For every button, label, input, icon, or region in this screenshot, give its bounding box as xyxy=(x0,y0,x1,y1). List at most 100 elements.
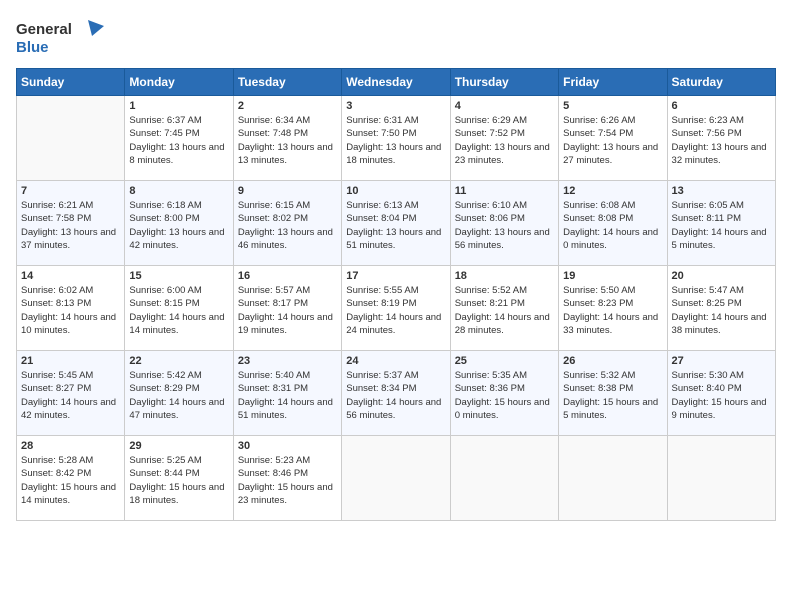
day-cell xyxy=(450,436,558,521)
day-number: 9 xyxy=(238,185,337,197)
day-number: 11 xyxy=(455,185,554,197)
logo: General Blue xyxy=(16,16,106,60)
day-cell: 15 Sunrise: 6:00 AMSunset: 8:15 PMDaylig… xyxy=(125,266,233,351)
svg-text:General: General xyxy=(16,21,72,38)
logo-svg: General Blue xyxy=(16,16,106,60)
day-number: 17 xyxy=(346,270,445,282)
page-header: General Blue xyxy=(16,16,776,60)
day-info: Sunrise: 6:10 AMSunset: 8:06 PMDaylight:… xyxy=(455,199,554,252)
day-info: Sunrise: 6:31 AMSunset: 7:50 PMDaylight:… xyxy=(346,114,445,167)
week-row-5: 28 Sunrise: 5:28 AMSunset: 8:42 PMDaylig… xyxy=(17,436,776,521)
day-info: Sunrise: 5:50 AMSunset: 8:23 PMDaylight:… xyxy=(563,284,662,337)
day-cell: 27 Sunrise: 5:30 AMSunset: 8:40 PMDaylig… xyxy=(667,351,775,436)
day-cell: 5 Sunrise: 6:26 AMSunset: 7:54 PMDayligh… xyxy=(559,96,667,181)
day-cell xyxy=(559,436,667,521)
day-number: 18 xyxy=(455,270,554,282)
day-cell: 10 Sunrise: 6:13 AMSunset: 8:04 PMDaylig… xyxy=(342,181,450,266)
day-cell: 18 Sunrise: 5:52 AMSunset: 8:21 PMDaylig… xyxy=(450,266,558,351)
day-number: 28 xyxy=(21,440,120,452)
day-info: Sunrise: 5:35 AMSunset: 8:36 PMDaylight:… xyxy=(455,369,554,422)
day-number: 8 xyxy=(129,185,228,197)
day-info: Sunrise: 6:08 AMSunset: 8:08 PMDaylight:… xyxy=(563,199,662,252)
day-info: Sunrise: 6:05 AMSunset: 8:11 PMDaylight:… xyxy=(672,199,771,252)
day-info: Sunrise: 6:34 AMSunset: 7:48 PMDaylight:… xyxy=(238,114,337,167)
column-header-tuesday: Tuesday xyxy=(233,69,341,96)
day-cell: 28 Sunrise: 5:28 AMSunset: 8:42 PMDaylig… xyxy=(17,436,125,521)
day-number: 22 xyxy=(129,355,228,367)
day-info: Sunrise: 6:26 AMSunset: 7:54 PMDaylight:… xyxy=(563,114,662,167)
day-number: 1 xyxy=(129,100,228,112)
day-cell: 20 Sunrise: 5:47 AMSunset: 8:25 PMDaylig… xyxy=(667,266,775,351)
day-cell xyxy=(17,96,125,181)
day-info: Sunrise: 5:57 AMSunset: 8:17 PMDaylight:… xyxy=(238,284,337,337)
day-cell: 4 Sunrise: 6:29 AMSunset: 7:52 PMDayligh… xyxy=(450,96,558,181)
day-cell xyxy=(667,436,775,521)
day-cell: 8 Sunrise: 6:18 AMSunset: 8:00 PMDayligh… xyxy=(125,181,233,266)
day-cell xyxy=(342,436,450,521)
column-header-friday: Friday xyxy=(559,69,667,96)
day-cell: 11 Sunrise: 6:10 AMSunset: 8:06 PMDaylig… xyxy=(450,181,558,266)
day-cell: 24 Sunrise: 5:37 AMSunset: 8:34 PMDaylig… xyxy=(342,351,450,436)
day-cell: 29 Sunrise: 5:25 AMSunset: 8:44 PMDaylig… xyxy=(125,436,233,521)
day-cell: 19 Sunrise: 5:50 AMSunset: 8:23 PMDaylig… xyxy=(559,266,667,351)
day-info: Sunrise: 5:32 AMSunset: 8:38 PMDaylight:… xyxy=(563,369,662,422)
day-cell: 2 Sunrise: 6:34 AMSunset: 7:48 PMDayligh… xyxy=(233,96,341,181)
day-info: Sunrise: 6:23 AMSunset: 7:56 PMDaylight:… xyxy=(672,114,771,167)
day-info: Sunrise: 5:42 AMSunset: 8:29 PMDaylight:… xyxy=(129,369,228,422)
day-number: 6 xyxy=(672,100,771,112)
day-cell: 17 Sunrise: 5:55 AMSunset: 8:19 PMDaylig… xyxy=(342,266,450,351)
day-info: Sunrise: 6:18 AMSunset: 8:00 PMDaylight:… xyxy=(129,199,228,252)
day-cell: 14 Sunrise: 6:02 AMSunset: 8:13 PMDaylig… xyxy=(17,266,125,351)
week-row-2: 7 Sunrise: 6:21 AMSunset: 7:58 PMDayligh… xyxy=(17,181,776,266)
day-number: 29 xyxy=(129,440,228,452)
column-header-monday: Monday xyxy=(125,69,233,96)
day-cell: 26 Sunrise: 5:32 AMSunset: 8:38 PMDaylig… xyxy=(559,351,667,436)
day-info: Sunrise: 6:00 AMSunset: 8:15 PMDaylight:… xyxy=(129,284,228,337)
day-info: Sunrise: 5:40 AMSunset: 8:31 PMDaylight:… xyxy=(238,369,337,422)
day-info: Sunrise: 5:37 AMSunset: 8:34 PMDaylight:… xyxy=(346,369,445,422)
day-number: 24 xyxy=(346,355,445,367)
day-number: 15 xyxy=(129,270,228,282)
week-row-1: 1 Sunrise: 6:37 AMSunset: 7:45 PMDayligh… xyxy=(17,96,776,181)
day-cell: 1 Sunrise: 6:37 AMSunset: 7:45 PMDayligh… xyxy=(125,96,233,181)
day-info: Sunrise: 6:15 AMSunset: 8:02 PMDaylight:… xyxy=(238,199,337,252)
day-info: Sunrise: 6:37 AMSunset: 7:45 PMDaylight:… xyxy=(129,114,228,167)
day-cell: 9 Sunrise: 6:15 AMSunset: 8:02 PMDayligh… xyxy=(233,181,341,266)
day-number: 30 xyxy=(238,440,337,452)
day-number: 12 xyxy=(563,185,662,197)
day-cell: 22 Sunrise: 5:42 AMSunset: 8:29 PMDaylig… xyxy=(125,351,233,436)
day-info: Sunrise: 5:28 AMSunset: 8:42 PMDaylight:… xyxy=(21,454,120,507)
week-row-3: 14 Sunrise: 6:02 AMSunset: 8:13 PMDaylig… xyxy=(17,266,776,351)
day-cell: 6 Sunrise: 6:23 AMSunset: 7:56 PMDayligh… xyxy=(667,96,775,181)
day-number: 23 xyxy=(238,355,337,367)
column-header-sunday: Sunday xyxy=(17,69,125,96)
week-row-4: 21 Sunrise: 5:45 AMSunset: 8:27 PMDaylig… xyxy=(17,351,776,436)
day-info: Sunrise: 6:13 AMSunset: 8:04 PMDaylight:… xyxy=(346,199,445,252)
day-number: 14 xyxy=(21,270,120,282)
day-cell: 3 Sunrise: 6:31 AMSunset: 7:50 PMDayligh… xyxy=(342,96,450,181)
day-number: 19 xyxy=(563,270,662,282)
day-info: Sunrise: 5:47 AMSunset: 8:25 PMDaylight:… xyxy=(672,284,771,337)
day-info: Sunrise: 5:52 AMSunset: 8:21 PMDaylight:… xyxy=(455,284,554,337)
day-number: 2 xyxy=(238,100,337,112)
day-number: 20 xyxy=(672,270,771,282)
day-cell: 21 Sunrise: 5:45 AMSunset: 8:27 PMDaylig… xyxy=(17,351,125,436)
day-info: Sunrise: 5:55 AMSunset: 8:19 PMDaylight:… xyxy=(346,284,445,337)
day-number: 16 xyxy=(238,270,337,282)
day-number: 25 xyxy=(455,355,554,367)
day-number: 27 xyxy=(672,355,771,367)
column-header-thursday: Thursday xyxy=(450,69,558,96)
day-info: Sunrise: 6:29 AMSunset: 7:52 PMDaylight:… xyxy=(455,114,554,167)
day-cell: 25 Sunrise: 5:35 AMSunset: 8:36 PMDaylig… xyxy=(450,351,558,436)
day-number: 21 xyxy=(21,355,120,367)
day-number: 26 xyxy=(563,355,662,367)
column-header-saturday: Saturday xyxy=(667,69,775,96)
day-info: Sunrise: 5:25 AMSunset: 8:44 PMDaylight:… xyxy=(129,454,228,507)
day-cell: 23 Sunrise: 5:40 AMSunset: 8:31 PMDaylig… xyxy=(233,351,341,436)
day-cell: 13 Sunrise: 6:05 AMSunset: 8:11 PMDaylig… xyxy=(667,181,775,266)
day-info: Sunrise: 5:23 AMSunset: 8:46 PMDaylight:… xyxy=(238,454,337,507)
day-number: 4 xyxy=(455,100,554,112)
day-number: 10 xyxy=(346,185,445,197)
day-number: 5 xyxy=(563,100,662,112)
svg-text:Blue: Blue xyxy=(16,39,49,56)
